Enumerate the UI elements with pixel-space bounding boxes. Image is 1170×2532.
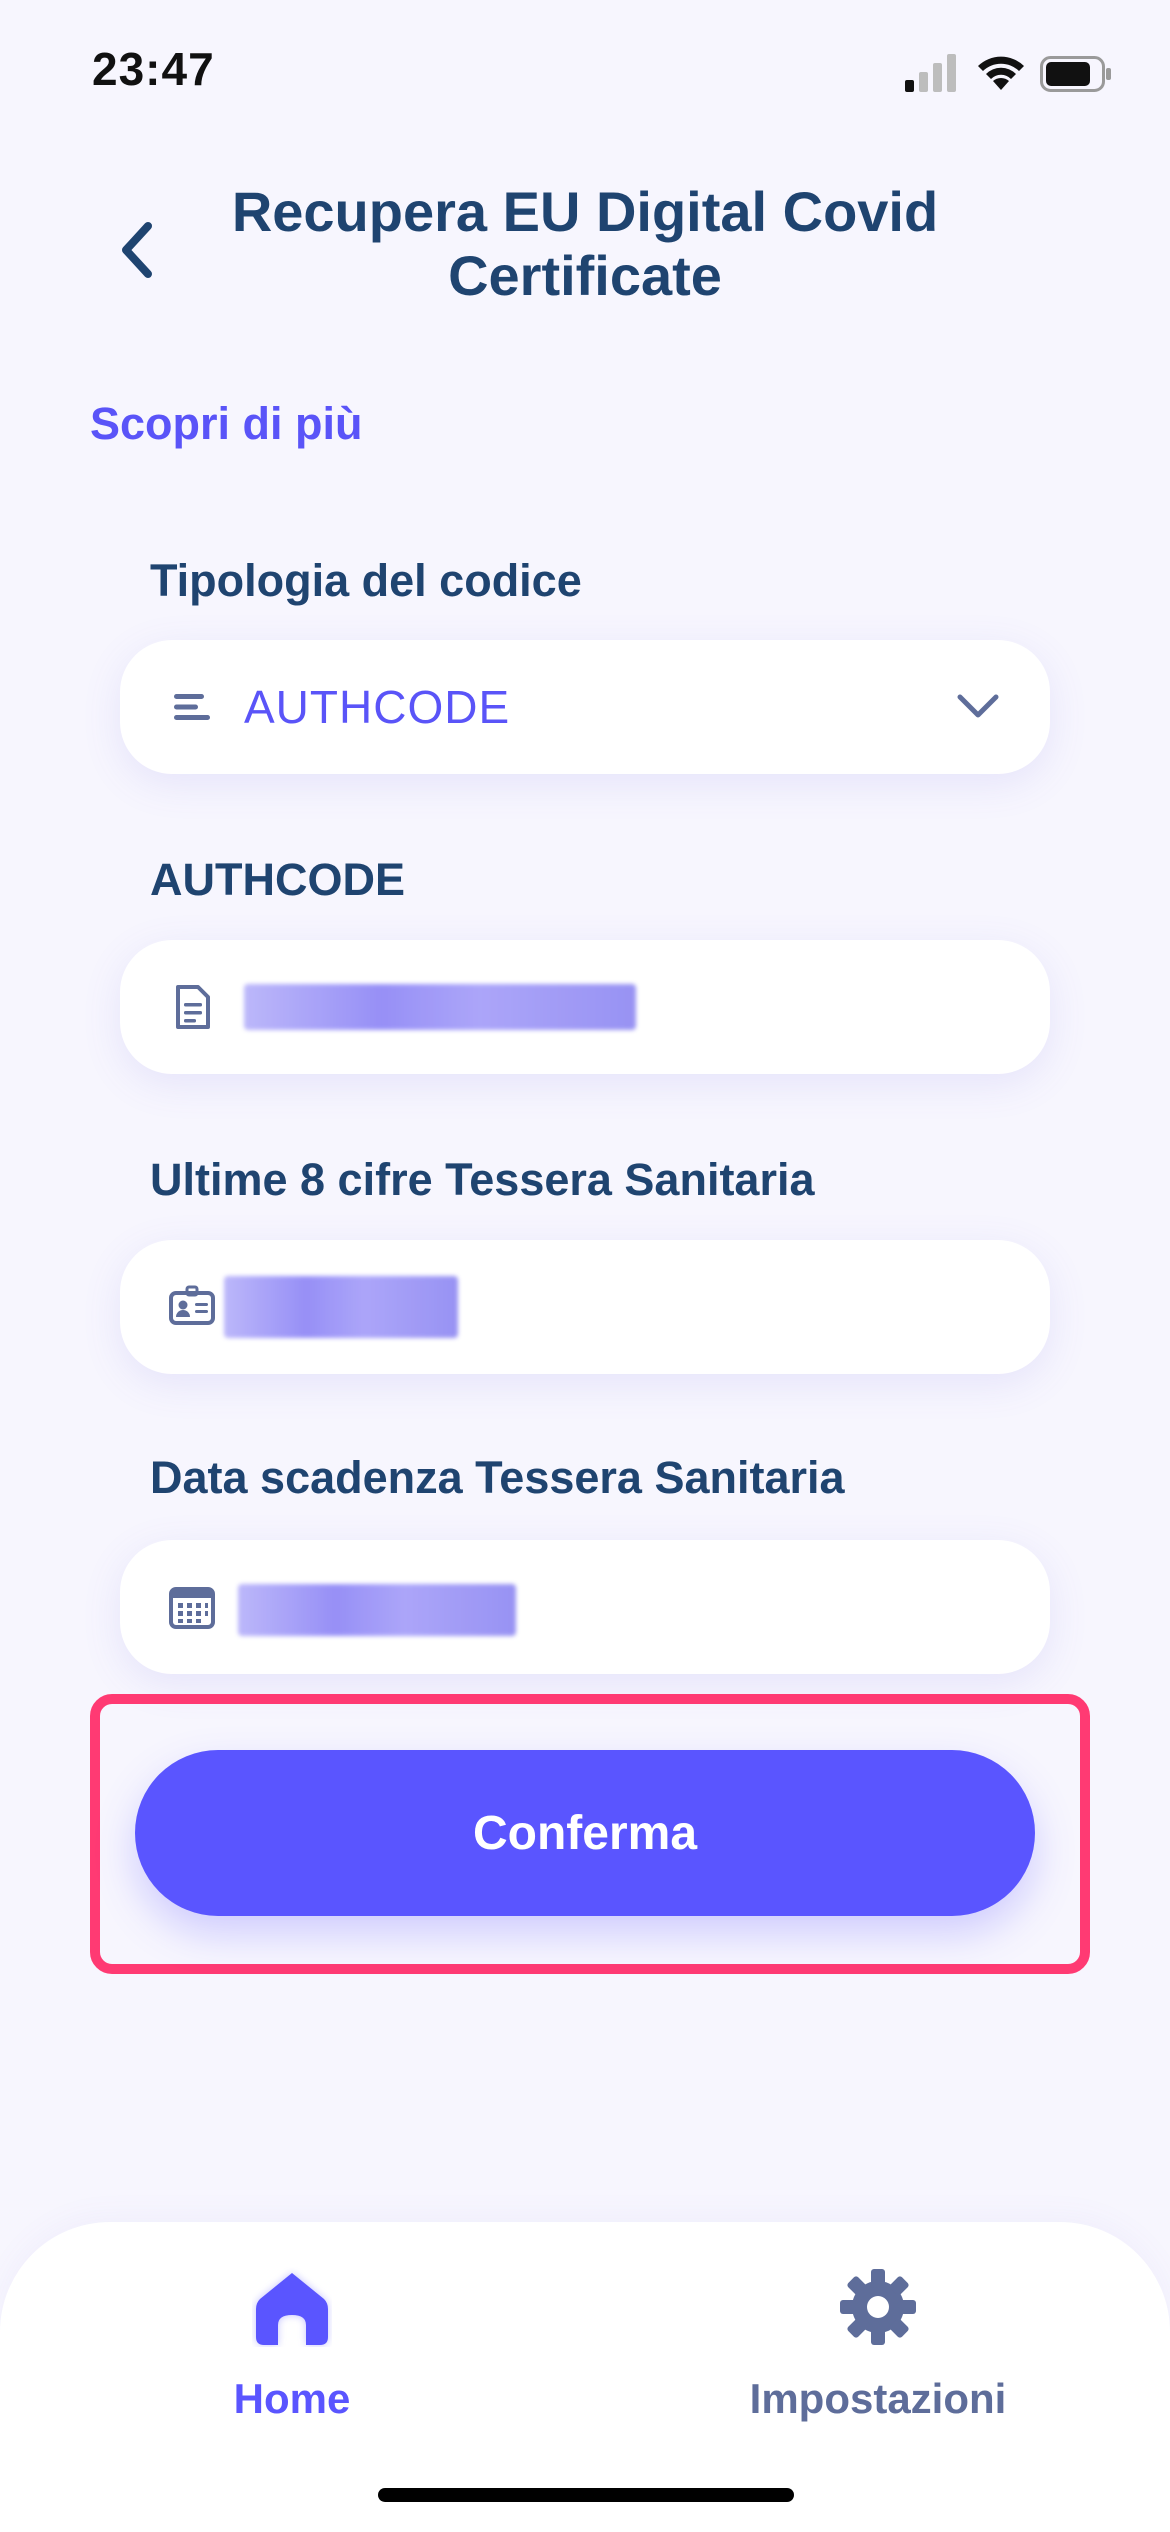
status-bar: 23:47 (0, 0, 1170, 140)
chevron-left-icon (122, 222, 152, 278)
expiry-date-label: Data scadenza Tessera Sanitaria (150, 1452, 845, 1503)
tab-bar: Home Impostazioni (0, 2222, 1170, 2532)
calendar-icon (169, 1587, 215, 1629)
home-indicator (378, 2488, 794, 2502)
document-icon (176, 985, 210, 1029)
code-type-value: AUTHCODE (244, 681, 511, 733)
health-card-digits-input[interactable] (120, 1240, 1050, 1374)
id-card-icon (169, 1285, 215, 1325)
page-title: Recupera EU Digital Covid Certificate (231, 180, 939, 307)
tab-home[interactable]: Home (142, 2267, 442, 2447)
list-icon (174, 694, 210, 720)
cellular-signal-icon (905, 54, 956, 92)
authcode-input[interactable] (120, 940, 1050, 1074)
redacted-health-card-value (224, 1276, 458, 1338)
home-icon (256, 2273, 328, 2345)
code-type-label: Tipologia del codice (150, 555, 582, 606)
redacted-authcode-value (244, 984, 636, 1030)
chevron-down-icon (957, 694, 999, 718)
tab-settings-label: Impostazioni (749, 2375, 1007, 2422)
health-card-label: Ultime 8 cifre Tessera Sanitaria (150, 1154, 815, 1205)
confirm-button[interactable]: Conferma (135, 1750, 1035, 1916)
expiry-date-input[interactable] (120, 1540, 1050, 1674)
tab-settings[interactable]: Impostazioni (728, 2267, 1028, 2447)
battery-icon (1040, 56, 1111, 92)
wifi-icon (978, 56, 1024, 90)
code-type-select[interactable]: AUTHCODE (120, 640, 1050, 774)
back-button[interactable] (100, 208, 172, 292)
authcode-label: AUTHCODE (150, 854, 405, 905)
redacted-expiry-date-value (238, 1584, 516, 1636)
status-time: 23:47 (92, 43, 215, 95)
learn-more-link[interactable]: Scopri di più (90, 398, 363, 450)
tab-home-label: Home (233, 2375, 351, 2422)
gear-icon (840, 2269, 916, 2345)
